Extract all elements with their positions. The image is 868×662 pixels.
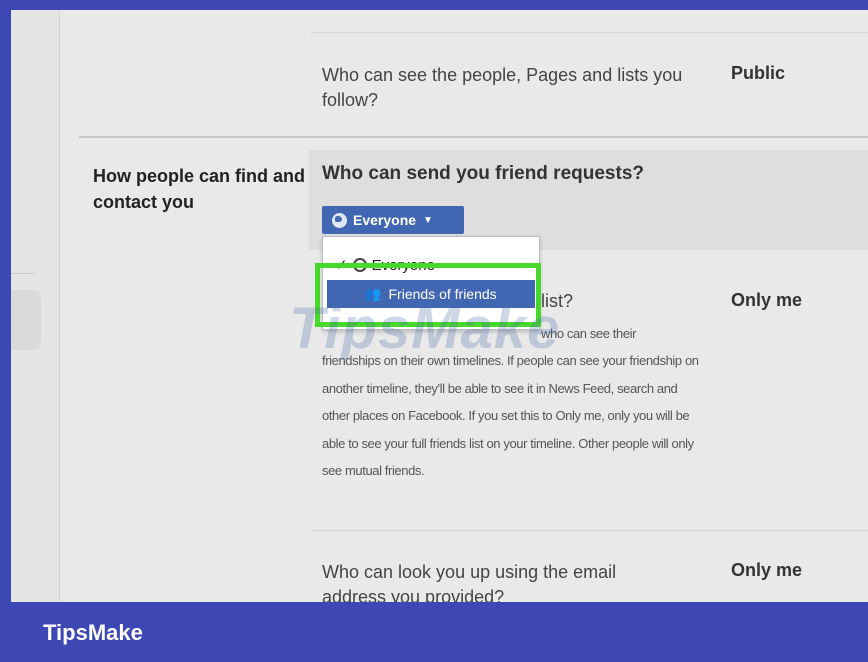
divider <box>11 273 35 274</box>
friends-list-value[interactable]: Only me <box>731 290 802 311</box>
follow-value[interactable]: Public <box>731 63 785 84</box>
section-label: How people can find and contact you <box>93 166 306 212</box>
brand-logo: TipsMake <box>43 620 143 645</box>
friends-list-description: friendships on their own timelines. If p… <box>322 353 699 478</box>
email-lookup-value[interactable]: Only me <box>731 560 802 581</box>
divider <box>311 32 868 33</box>
caret-down-icon: ▼ <box>423 214 433 226</box>
globe-icon <box>332 212 347 228</box>
sidebar-tab[interactable] <box>11 290 41 350</box>
divider <box>311 530 868 531</box>
settings-panel: Who can see the people, Pages and lists … <box>11 10 868 602</box>
friend-requests-question: Who can send you friend requests? <box>322 163 644 184</box>
audience-button-label: Everyone <box>353 212 417 228</box>
follow-question: Who can see the people, Pages and lists … <box>322 65 683 110</box>
email-lookup-question: Who can look you up using the email addr… <box>322 562 617 602</box>
section-divider <box>79 136 868 138</box>
watermark: TipsMake <box>289 296 561 361</box>
audience-select-button[interactable]: Everyone ▼ <box>322 206 464 234</box>
